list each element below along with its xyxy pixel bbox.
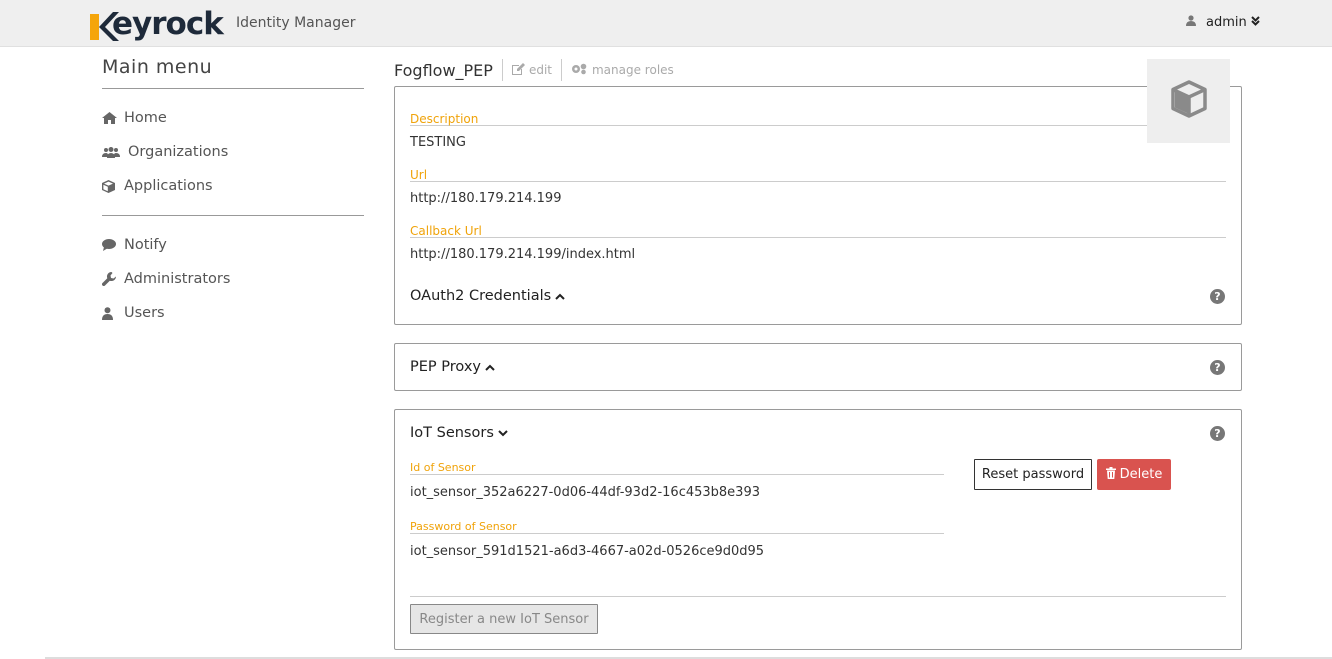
sensor-id-label: Id of Sensor (410, 461, 944, 475)
panel-divider (410, 596, 1226, 597)
comment-icon (102, 239, 124, 251)
edit-label: edit (528, 63, 552, 77)
sidebar-item-notify[interactable]: Notify (102, 228, 364, 262)
header-separator (560, 59, 562, 81)
sidebar-item-users[interactable]: Users (102, 296, 364, 330)
description-label: Description (410, 112, 1226, 126)
manage-roles-label: manage roles (591, 63, 674, 77)
iot-sensors-title: IoT Sensors (410, 425, 494, 441)
url-value: http://180.179.214.199 (410, 191, 562, 206)
main-menu-title: Main menu (102, 56, 213, 78)
sensor-password-value: iot_sensor_591d1521-a6d3-4667-a02d-0526c… (410, 544, 765, 559)
application-name: Fogflow_PEP (394, 60, 493, 80)
oauth2-title: OAuth2 Credentials (410, 288, 552, 304)
manage-roles-link[interactable]: manage roles (571, 63, 674, 78)
user-menu[interactable]: admin (1186, 15, 1260, 30)
trash-icon (1105, 466, 1120, 483)
home-icon (102, 112, 124, 124)
url-field: Url http://180.179.214.199 (410, 168, 1226, 206)
application-details-panel: Description TESTING Url http://180.179.2… (394, 86, 1242, 325)
chevron-down-icon (498, 427, 508, 440)
sensor-id-field: Id of Sensor iot_sensor_352a6227-0d06-44… (410, 461, 944, 500)
chevron-up-icon (485, 361, 495, 374)
edit-icon (511, 62, 529, 78)
description-field: Description TESTING (410, 112, 1226, 150)
user-icon (102, 306, 124, 320)
users-icon (102, 146, 128, 158)
sidebar-item-label: Home (124, 110, 167, 126)
sensor-password-field: Password of Sensor iot_sensor_591d1521-a… (410, 520, 944, 559)
sidebar-item-organizations[interactable]: Organizations (102, 135, 364, 169)
main-menu: Main menu Home Organizations Application… (102, 56, 364, 342)
callback-url-label: Callback Url (410, 224, 1226, 238)
sidebar-item-home[interactable]: Home (102, 101, 364, 135)
keyrock-logo[interactable]: eyrock (89, 4, 224, 44)
reset-password-button[interactable]: Reset password (974, 459, 1092, 490)
application-header: Fogflow_PEP edit manage roles (394, 56, 1242, 84)
sidebar-item-label: Notify (124, 237, 167, 253)
delete-label: Delete (1119, 467, 1163, 482)
user-icon (1186, 15, 1196, 30)
application-avatar (1147, 59, 1230, 143)
sidebar-item-administrators[interactable]: Administrators (102, 262, 364, 296)
app-subtitle: Identity Manager (236, 15, 356, 31)
help-icon[interactable]: ? (1210, 360, 1225, 375)
chevron-down-icon (1251, 16, 1260, 29)
iot-sensors-panel: IoT Sensors ? Id of Sensor iot_sensor_35… (394, 409, 1242, 650)
oauth2-credentials-toggle[interactable]: OAuth2 Credentials (410, 288, 565, 304)
pep-proxy-title: PEP Proxy (410, 359, 481, 375)
wrench-icon (102, 272, 124, 286)
header-separator (501, 59, 503, 81)
top-navbar: eyrock Identity Manager admin (0, 0, 1332, 47)
sensor-password-label: Password of Sensor (410, 520, 944, 534)
callback-url-value: http://180.179.214.199/index.html (410, 247, 636, 262)
sidebar-item-label: Users (124, 305, 165, 321)
cube-icon (102, 179, 124, 193)
sidebar-item-applications[interactable]: Applications (102, 169, 364, 203)
register-iot-sensor-button[interactable]: Register a new IoT Sensor (410, 604, 598, 634)
edit-link[interactable]: edit (511, 62, 552, 78)
description-value: TESTING (410, 135, 466, 150)
menu-group-primary: Home Organizations Applications (102, 89, 364, 215)
pep-proxy-toggle[interactable]: PEP Proxy (410, 359, 495, 375)
help-icon[interactable]: ? (1210, 426, 1225, 441)
gears-icon (571, 63, 592, 78)
sidebar-item-label: Organizations (128, 144, 229, 160)
cube-icon (1170, 80, 1208, 122)
logo-k-mark (89, 8, 119, 41)
user-name: admin (1206, 15, 1247, 30)
sidebar-item-label: Applications (124, 178, 213, 194)
callback-url-field: Callback Url http://180.179.214.199/inde… (410, 224, 1226, 262)
pep-proxy-panel: PEP Proxy ? (394, 343, 1242, 391)
help-icon[interactable]: ? (1210, 289, 1225, 304)
logo-text: eyrock (112, 6, 224, 42)
sidebar-item-label: Administrators (124, 271, 231, 287)
sensor-id-value: iot_sensor_352a6227-0d06-44df-93d2-16c45… (410, 485, 760, 500)
menu-group-secondary: Notify Administrators Users (102, 216, 364, 342)
iot-sensors-toggle[interactable]: IoT Sensors (410, 425, 508, 441)
delete-sensor-button[interactable]: Delete (1097, 459, 1171, 490)
url-label: Url (410, 168, 1226, 182)
chevron-up-icon (555, 290, 565, 303)
